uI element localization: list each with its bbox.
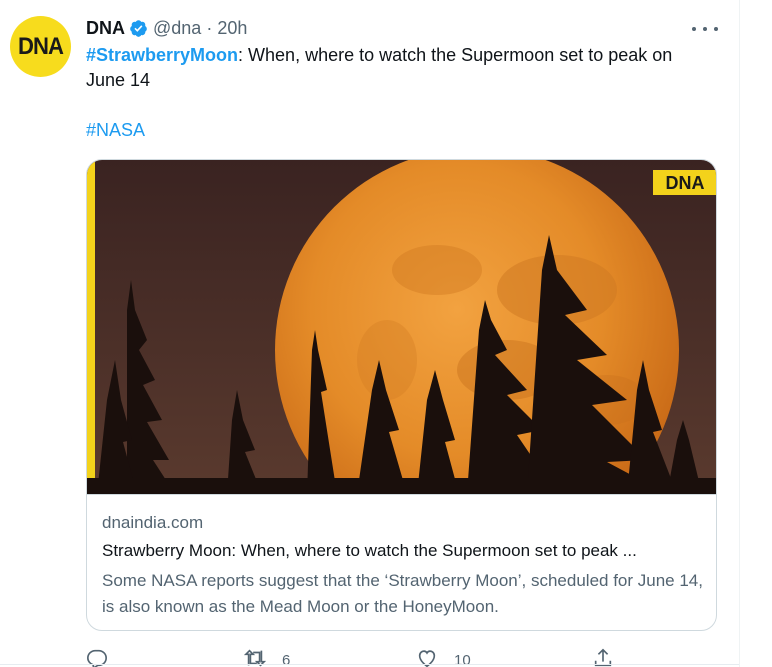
separator-dot: · <box>206 17 213 38</box>
card-description: Some NASA reports suggest that the ‘Stra… <box>102 571 703 616</box>
tweet-text-rest: : When, where to watch the Supermoon set… <box>238 45 673 65</box>
tweet-text-line2: June 14 <box>86 70 151 90</box>
card-divider <box>87 494 716 495</box>
more-horizontal-icon[interactable] <box>692 20 718 38</box>
author-handle[interactable]: @dna <box>153 18 201 39</box>
link-card[interactable]: DNA dnaindia.com Strawberry Moon: When, … <box>86 159 717 631</box>
avatar-logo-text: DNA <box>17 32 64 60</box>
watermark-text: DNA <box>666 173 705 193</box>
hashtag-strawberrymoon[interactable]: #StrawberryMoon <box>86 45 238 65</box>
tweet[interactable]: DNA DNA @dna · 20h #StrawberryMoon: When… <box>0 0 739 667</box>
author-name[interactable]: DNA <box>86 18 125 39</box>
timeline-right-border <box>739 0 740 667</box>
tweet-text: #StrawberryMoon: When, where to watch th… <box>86 43 726 93</box>
timestamp[interactable]: 20h <box>217 18 247 39</box>
card-image[interactable]: DNA <box>87 160 716 494</box>
card-domain: dnaindia.com <box>102 513 204 532</box>
tweet-divider <box>0 664 739 665</box>
moon-photo: DNA <box>87 160 716 494</box>
card-title: Strawberry Moon: When, where to watch th… <box>102 541 637 560</box>
verified-badge-icon <box>130 19 147 37</box>
tweet-header: DNA @dna · 20h <box>86 16 247 40</box>
hashtag-nasa[interactable]: #NASA <box>86 120 145 140</box>
avatar[interactable]: DNA <box>10 16 71 77</box>
dna-watermark: DNA <box>653 170 716 195</box>
